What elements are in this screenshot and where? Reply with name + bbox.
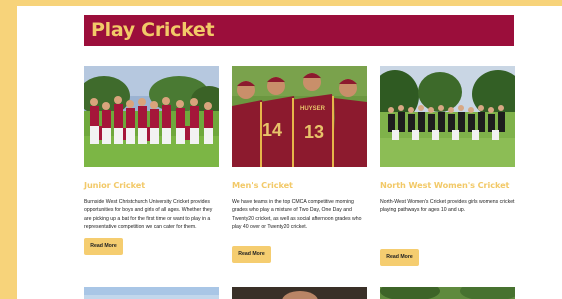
junior-team-photo[interactable] (84, 66, 219, 167)
card-mens-cricket: 14 HUYSER 13 Men's Cricket We have teams… (232, 66, 367, 231)
page-content: Play Cricket Junior Cricket Burnside Wes… (17, 6, 562, 299)
jersey-number: 13 (304, 122, 324, 142)
page-title: Play Cricket (91, 19, 215, 41)
mens-team-photo[interactable]: 14 HUYSER 13 (232, 66, 367, 167)
womens-read-more-button[interactable]: Read More (380, 249, 419, 266)
card-title: Junior Cricket (84, 180, 146, 190)
page-title-banner: Play Cricket (84, 15, 514, 46)
card-description: North-West Women's Cricket provides girl… (380, 199, 515, 214)
jersey-number: 14 (262, 120, 282, 140)
card-description: We have teams in the top CMCA competitiv… (232, 199, 362, 230)
card-womens-cricket: North West Women's Cricket North-West Wo… (380, 66, 515, 215)
junior-read-more-button[interactable]: Read More (84, 238, 123, 255)
card-title: North West Women's Cricket (380, 180, 510, 190)
card-junior-cricket: Junior Cricket Burnside West Christchurc… (84, 66, 219, 231)
mens-read-more-button[interactable]: Read More (232, 246, 271, 263)
card-image-partial[interactable] (84, 287, 219, 299)
card-title: Men's Cricket (232, 180, 293, 190)
womens-team-photo[interactable] (380, 66, 515, 167)
jersey-name: HUYSER (300, 106, 326, 112)
card-image-partial[interactable] (232, 287, 367, 299)
card-image-partial[interactable] (380, 287, 515, 299)
card-description: Burnside West Christchurch University Cr… (84, 199, 213, 230)
